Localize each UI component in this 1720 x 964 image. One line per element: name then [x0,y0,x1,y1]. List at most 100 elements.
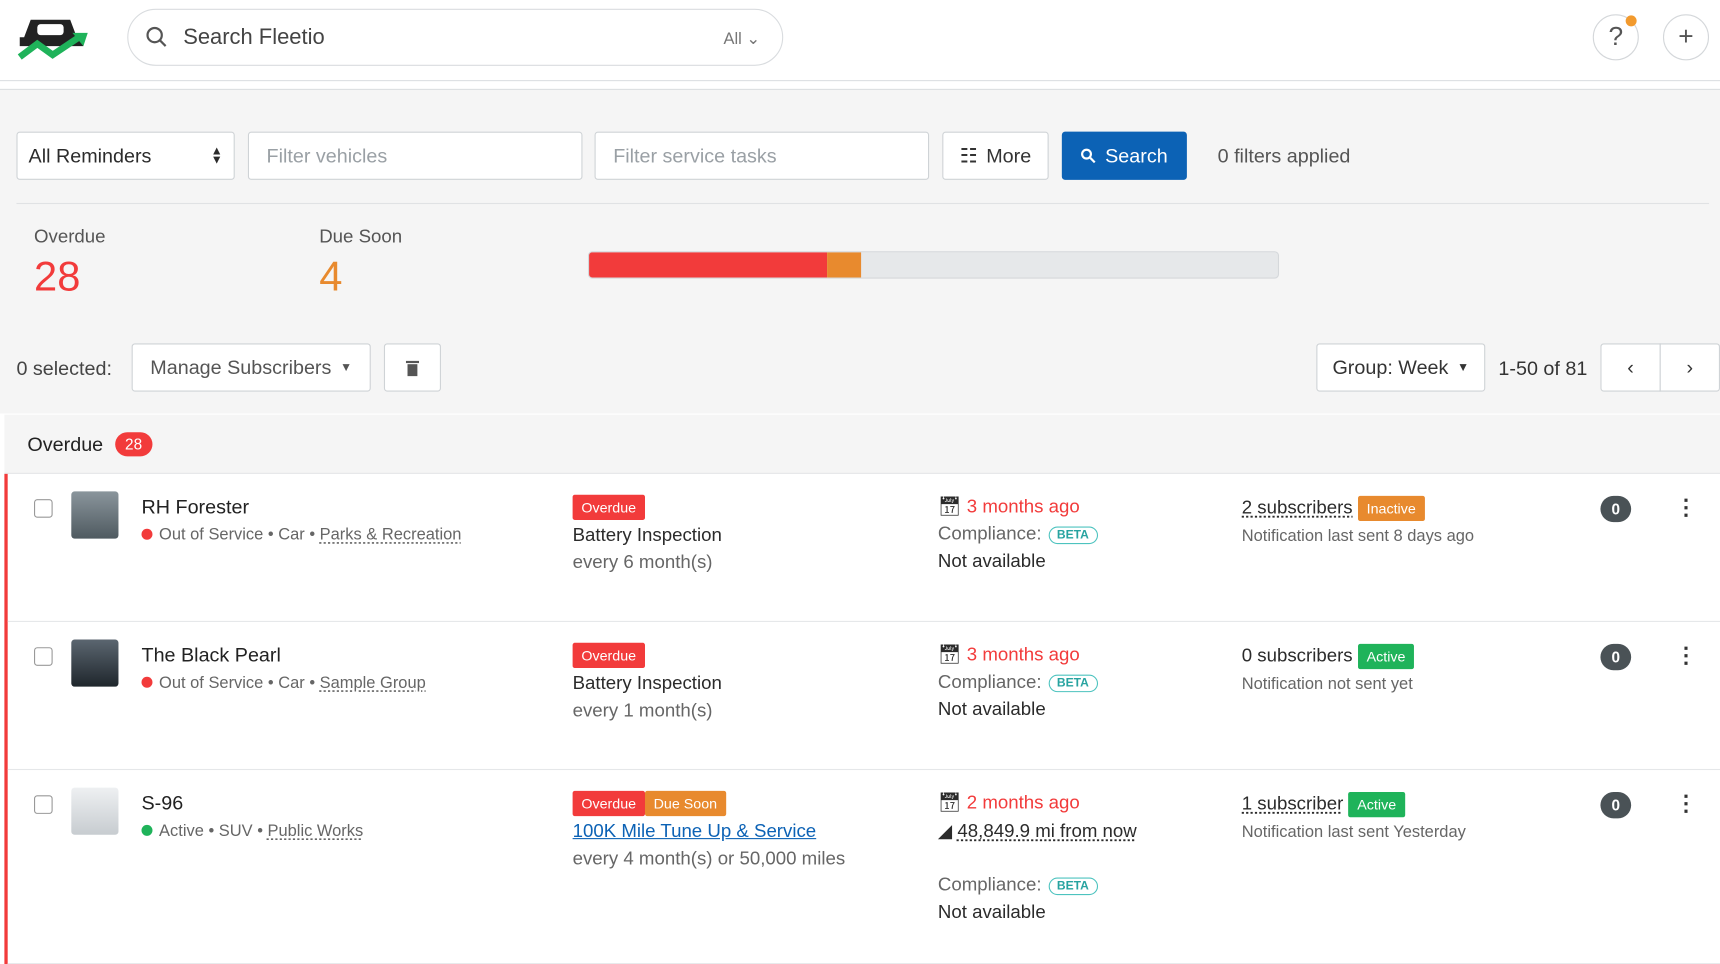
manage-subscribers-label: Manage Subscribers [150,355,332,378]
help-icon: ? [1608,21,1624,52]
availability: Not available [937,901,1046,923]
vehicle-meta: Out of Service • Car • Sample Group [141,673,426,693]
status-dot [141,676,153,688]
divider [16,202,1710,205]
search-button[interactable]: Search [1061,131,1187,180]
comment-count[interactable]: 0 [1600,495,1632,523]
reminder-row[interactable]: RH Forester Out of Service • Car • Parks… [7,474,1720,622]
row-checkbox[interactable] [34,499,53,518]
subscribers-link[interactable]: 1 subscriber [1242,793,1344,814]
beta-badge: BETA [1048,525,1098,544]
top-bar: Search Fleetio All ⌄ ? + [0,0,1720,82]
vehicle-group-link[interactable]: Parks & Recreation [320,525,462,544]
more-filters-button[interactable]: ☷ More [942,131,1049,180]
meter-info: ◢ 48,849.9 mi from now [938,821,1137,843]
row-checkbox[interactable] [34,795,53,814]
app: Search Fleetio All ⌄ ? + All Reminders ▲ ▼… [0,0,1720,964]
due-time: 3 months ago [966,643,1080,665]
search-icon [1081,148,1097,164]
more-actions-icon[interactable]: ⋮ [1675,642,1697,669]
search-icon [146,26,167,47]
due-info: 📅︎ 2 months ago [938,792,1080,814]
vehicle-group-link[interactable]: Sample Group [320,674,426,693]
service-task[interactable]: 100K Mile Tune Up & Service [573,821,817,843]
filter-service-tasks-input[interactable]: Filter service tasks [594,131,930,180]
next-page-button[interactable]: › [1659,343,1720,392]
subscribers-info: 0 subscribers Active [1242,643,1415,670]
vehicle-photo[interactable] [71,787,119,835]
vehicle-photo[interactable] [71,491,119,539]
previous-page-button[interactable]: ‹ [1600,343,1661,392]
vehicle-status: Out of Service [159,525,264,545]
vehicle-meta: Active • SUV • Public Works [141,821,364,841]
global-search-input[interactable]: Search Fleetio All ⌄ [127,8,784,66]
calendar-icon: 📅︎ [937,643,962,665]
row-checkbox[interactable] [34,647,53,666]
reminder-row[interactable]: The Black Pearl Out of Service • Car • S… [7,622,1720,771]
vehicle-name[interactable]: RH Forester [142,496,250,519]
manage-subscribers-button[interactable]: Manage Subscribers ▼ [131,343,371,392]
search-scope-dropdown[interactable]: All ⌄ [724,29,761,49]
compliance-label: Compliance: [937,874,1042,896]
subscribers-link[interactable]: 0 subscribers [1242,645,1353,666]
more-actions-icon[interactable]: ⋮ [1675,790,1697,817]
overdue-count[interactable]: 28 [34,254,80,301]
calendar-icon: 📅︎ [937,495,962,517]
search-placeholder: Search Fleetio [183,25,325,50]
due-soon-segment [827,252,862,278]
more-actions-icon[interactable]: ⋮ [1675,494,1697,521]
subscription-state-badge: Inactive [1357,495,1425,522]
fleetio-logo-icon[interactable] [15,13,92,63]
status-tag: Overdue [572,494,645,520]
task-interval: every 6 month(s) [572,551,713,573]
overdue-label: Overdue [34,225,106,247]
availability: Not available [937,550,1046,572]
comment-count[interactable]: 0 [1600,791,1632,819]
vehicle-meta: Out of Service • Car • Parks & Recreatio… [141,525,462,545]
task-interval: every 4 month(s) or 50,000 miles [572,847,846,869]
vehicle-photo[interactable] [71,639,119,687]
status-tag: Due Soon [644,790,726,817]
delete-button[interactable] [383,343,441,392]
subscription-state-badge: Active [1357,643,1415,670]
group-by-dropdown[interactable]: Group: Week ▼ [1316,343,1486,392]
add-button[interactable]: + [1662,14,1710,61]
calendar-icon: 📅︎ [937,791,962,813]
caret-down-icon: ▼ [1457,360,1470,375]
subscription-state-badge: Active [1348,791,1405,818]
reminders-list: Overdue 28 RH Forester Out of Service • … [4,414,1720,964]
compliance-label: Compliance: [937,671,1042,693]
chevron-left-icon: ‹ [1627,355,1634,378]
notification-status: Notification last sent 8 days ago [1241,526,1475,546]
trash-icon [405,360,420,376]
plus-icon: + [1678,21,1694,52]
filter-vehicles-input[interactable]: Filter vehicles [247,131,583,180]
status-dot [141,824,153,836]
filter-tasks-placeholder: Filter service tasks [613,144,777,167]
subscribers-info: 2 subscribers Inactive [1242,495,1425,522]
notification-status: Notification last sent Yesterday [1241,822,1466,842]
vehicle-name[interactable]: S-96 [142,792,184,815]
group-label: Overdue [27,433,104,456]
filters-applied: 0 filters applied [1217,144,1351,167]
vehicle-name[interactable]: The Black Pearl [142,644,281,667]
beta-badge: BETA [1048,877,1098,895]
availability: Not available [937,698,1046,720]
group-count-badge: 28 [115,432,153,457]
subscribers-link[interactable]: 2 subscribers [1242,497,1353,518]
group-header-overdue: Overdue 28 [4,414,1720,474]
vehicle-status: Out of Service [159,673,264,693]
comment-count[interactable]: 0 [1600,643,1632,671]
reminder-row[interactable]: S-96 Active • SUV • Public Works Overdue… [7,770,1720,964]
meter-due[interactable]: 48,849.9 mi from now [957,821,1136,842]
service-task[interactable]: Battery Inspection [573,524,722,546]
reminder-type-select[interactable]: All Reminders ▲ ▼ [16,131,235,180]
due-soon-count[interactable]: 4 [319,254,342,301]
tags: Overdue [572,642,645,669]
vehicle-group-link[interactable]: Public Works [268,822,364,841]
service-task[interactable]: Battery Inspection [573,672,722,694]
sliders-icon: ☷ [959,144,978,167]
due-time: 2 months ago [966,791,1080,813]
filters-panel: All Reminders ▲ ▼ Filter vehicles Filter s… [0,88,1720,414]
vehicle-status: Active [159,821,204,841]
